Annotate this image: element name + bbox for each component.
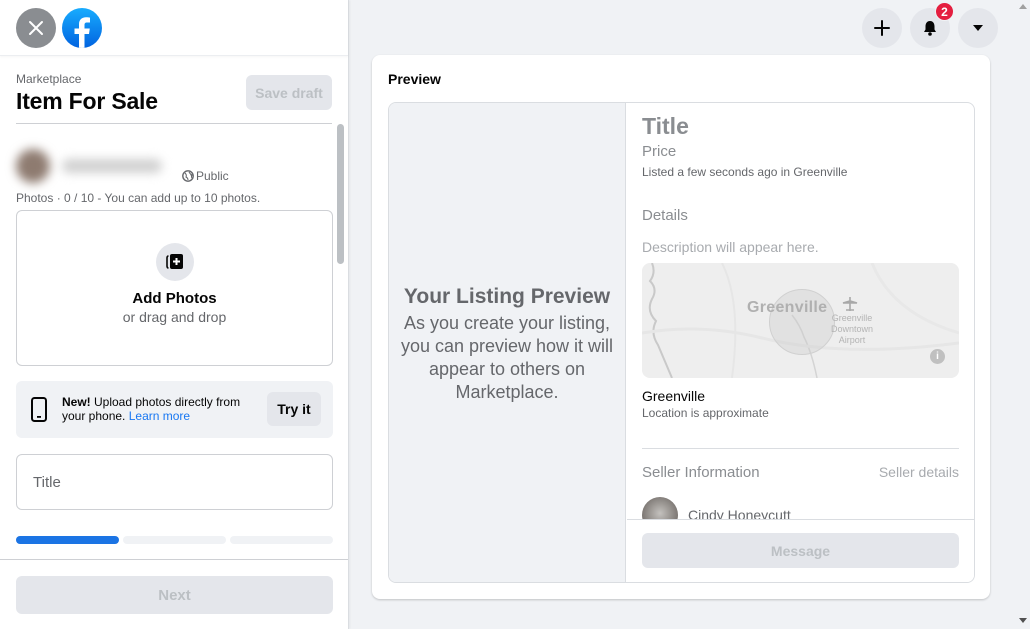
save-draft-button[interactable]: Save draft (246, 75, 332, 110)
map-info-icon[interactable]: i (930, 349, 945, 364)
add-photos-dropzone[interactable]: Add Photos or drag and drop (16, 210, 333, 366)
notification-badge: 2 (935, 2, 954, 21)
privacy-label: Public (196, 169, 229, 183)
preview-heading: Preview (388, 71, 441, 87)
notifications-button[interactable]: 2 (910, 2, 954, 48)
privacy-indicator[interactable]: Public (182, 169, 229, 183)
promo-new-label: New! (62, 395, 91, 409)
preview-card: Preview Your Listing Preview As you crea… (372, 55, 990, 599)
map-airport-label: Greenville Downtown Airport (830, 313, 874, 345)
editor-scrollbar[interactable] (337, 124, 344, 264)
learn-more-link[interactable]: Learn more (129, 409, 190, 423)
close-button[interactable] (16, 7, 56, 48)
preview-placeholder-title: Your Listing Preview (403, 285, 611, 308)
add-photo-icon (165, 254, 183, 269)
location-note: Location is approximate (642, 406, 769, 420)
drag-drop-hint: or drag and drop (122, 309, 227, 325)
section-divider (642, 448, 959, 449)
window-scroll-up-arrow[interactable] (1019, 4, 1027, 9)
airport-icon (842, 297, 858, 311)
preview-listing-details: Title Price Listed a few seconds ago in … (627, 103, 974, 520)
listing-timestamp: Listed a few seconds ago in Greenville (642, 165, 848, 179)
title-input[interactable]: Title (16, 454, 333, 510)
caret-down-icon (973, 25, 983, 31)
phone-upload-promo: New! Upload photos directly from your ph… (16, 381, 333, 438)
avatar (16, 149, 50, 183)
location-name: Greenville (642, 388, 706, 404)
seller-details-link[interactable]: Seller details (879, 464, 959, 481)
next-button[interactable]: Next (16, 576, 333, 614)
profile-name-blurred (62, 159, 162, 173)
promo-text: New! Upload photos directly from your ph… (62, 395, 252, 423)
bell-icon (924, 21, 936, 36)
editor-header: Marketplace Item For Sale Save draft (16, 72, 332, 124)
facebook-logo[interactable] (62, 7, 102, 48)
listing-editor-panel: Marketplace Item For Sale Save draft Pub… (0, 0, 349, 629)
listing-description: Description will appear here. (642, 239, 819, 255)
seller-profile: Public (16, 139, 256, 189)
plus-icon (874, 20, 890, 36)
preview-frame: Your Listing Preview As you create your … (388, 102, 975, 583)
seller-avatar (642, 497, 678, 520)
progress-steps (16, 536, 333, 544)
seller-profile-preview: Cindy Honeycutt (642, 497, 959, 520)
details-heading: Details (642, 207, 688, 224)
facebook-f-icon (74, 16, 90, 48)
add-photos-label: Add Photos (132, 290, 217, 307)
try-it-button[interactable]: Try it (267, 392, 321, 426)
progress-step-3 (230, 536, 333, 544)
message-button[interactable]: Message (642, 533, 959, 568)
editor-form: Public Photos · 0 / 10 - You can add up … (0, 125, 340, 558)
seller-info-heading: Seller Information (642, 464, 760, 481)
add-photo-icon-wrap (155, 243, 194, 281)
progress-step-1 (16, 536, 119, 544)
editor-footer: Next (0, 559, 348, 629)
listing-title: Title (642, 113, 689, 139)
globe-icon (182, 170, 194, 182)
map-city-label: Greenville (747, 299, 828, 316)
close-icon (29, 20, 43, 35)
progress-step-2 (123, 536, 226, 544)
preview-media-placeholder: Your Listing Preview As you create your … (389, 103, 626, 582)
preview-placeholder-text: As you create your listing, you can prev… (400, 313, 614, 402)
preview-actions: Message (627, 519, 974, 582)
top-actions: 2 (862, 2, 998, 48)
phone-icon (31, 397, 47, 422)
photos-count-info: Photos · 0 / 10 - You can add up to 10 p… (16, 191, 261, 205)
editor-topbar (0, 0, 348, 56)
create-button[interactable] (862, 8, 902, 48)
location-map[interactable]: Greenville Greenville Downtown Airport i (642, 263, 959, 378)
window-scroll-down-arrow[interactable] (1019, 618, 1027, 623)
listing-price: Price (642, 143, 677, 160)
account-menu-button[interactable] (958, 8, 998, 48)
seller-info-header: Seller Information Seller details (642, 464, 959, 481)
